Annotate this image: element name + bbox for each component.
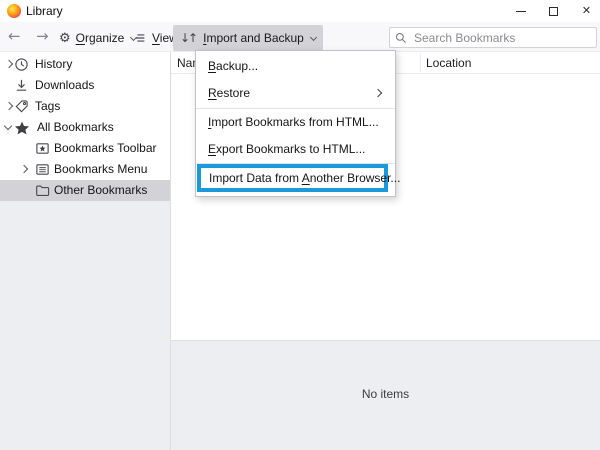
- library-window: Library ✕ ← → ⚙ Organize Views ↓↑ Import…: [0, 0, 600, 450]
- sidebar-item-label: History: [35, 54, 72, 75]
- chevron-down-icon: [310, 33, 317, 40]
- forward-button[interactable]: →: [30, 22, 55, 52]
- sidebar-item-history[interactable]: History: [0, 54, 170, 75]
- chevron-right-icon[interactable]: [20, 165, 28, 173]
- close-icon: ✕: [582, 0, 591, 22]
- sidebar-item-other-bookmarks[interactable]: Other Bookmarks: [0, 180, 170, 201]
- sidebar-item-tags[interactable]: Tags: [0, 96, 170, 117]
- import-and-backup-label: Import and Backup: [203, 31, 304, 45]
- menu-item-restore[interactable]: Restore: [196, 80, 395, 107]
- import-export-icon: ↓↑: [180, 31, 196, 45]
- menu-item-export-bookmarks-html[interactable]: Export Bookmarks to HTML...: [196, 136, 395, 163]
- sidebar-item-label: Bookmarks Toolbar: [54, 138, 157, 159]
- column-divider[interactable]: [420, 54, 421, 72]
- sidebar-item-label: All Bookmarks: [37, 117, 114, 138]
- highlight-box: Import Data from Another Browser...: [197, 164, 388, 192]
- chevron-right-icon[interactable]: [5, 60, 13, 68]
- search-input[interactable]: [389, 27, 597, 48]
- back-icon: ←: [8, 27, 21, 45]
- search-icon: [395, 32, 407, 44]
- sidebar-item-all-bookmarks[interactable]: All Bookmarks: [0, 117, 170, 138]
- close-button[interactable]: ✕: [570, 0, 600, 22]
- bookmarks-menu-icon: [35, 162, 50, 177]
- sidebar-item-label: Tags: [35, 96, 60, 117]
- forward-icon: →: [36, 27, 49, 45]
- empty-list-message: No items: [171, 387, 600, 401]
- download-icon: [14, 78, 29, 93]
- gear-icon: ⚙: [59, 31, 71, 46]
- sidebar-item-label: Bookmarks Menu: [54, 159, 147, 180]
- lower-pane: No items: [171, 340, 600, 450]
- sidebar-item-bookmarks-menu[interactable]: Bookmarks Menu: [0, 159, 170, 180]
- bookmarks-toolbar-icon: [35, 141, 50, 156]
- minimize-button[interactable]: [504, 0, 537, 22]
- import-and-backup-button[interactable]: ↓↑ Import and Backup: [173, 25, 323, 51]
- chevron-down-icon[interactable]: [4, 122, 12, 130]
- folder-icon: [35, 183, 50, 198]
- titlebar: Library ✕: [0, 0, 600, 22]
- column-header-location[interactable]: Location: [426, 52, 471, 74]
- menu-item-import-data-another-browser[interactable]: Import Data from Another Browser...: [201, 168, 384, 188]
- sidebar-item-downloads[interactable]: Downloads: [0, 75, 170, 96]
- submenu-arrow-icon: [374, 89, 382, 97]
- organize-label: Organize: [76, 31, 125, 45]
- sidebar-item-label: Downloads: [35, 75, 94, 96]
- import-backup-menu: Backup... Restore Import Bookmarks from …: [195, 50, 396, 197]
- views-icon: [133, 31, 147, 45]
- menu-item-import-bookmarks-html[interactable]: Import Bookmarks from HTML...: [196, 109, 395, 136]
- maximize-icon: [549, 7, 558, 16]
- star-icon: [14, 120, 29, 135]
- maximize-button[interactable]: [537, 0, 570, 22]
- chevron-right-icon[interactable]: [5, 102, 13, 110]
- tag-icon: [14, 99, 29, 114]
- minimize-icon: [516, 11, 526, 12]
- menu-item-backup[interactable]: Backup...: [196, 53, 395, 80]
- window-title: Library: [26, 0, 63, 22]
- sidebar-item-bookmarks-toolbar[interactable]: Bookmarks Toolbar: [0, 138, 170, 159]
- sidebar-item-label: Other Bookmarks: [54, 180, 147, 201]
- back-button[interactable]: ←: [2, 22, 27, 52]
- firefox-icon: [7, 4, 21, 18]
- clock-icon: [14, 57, 29, 72]
